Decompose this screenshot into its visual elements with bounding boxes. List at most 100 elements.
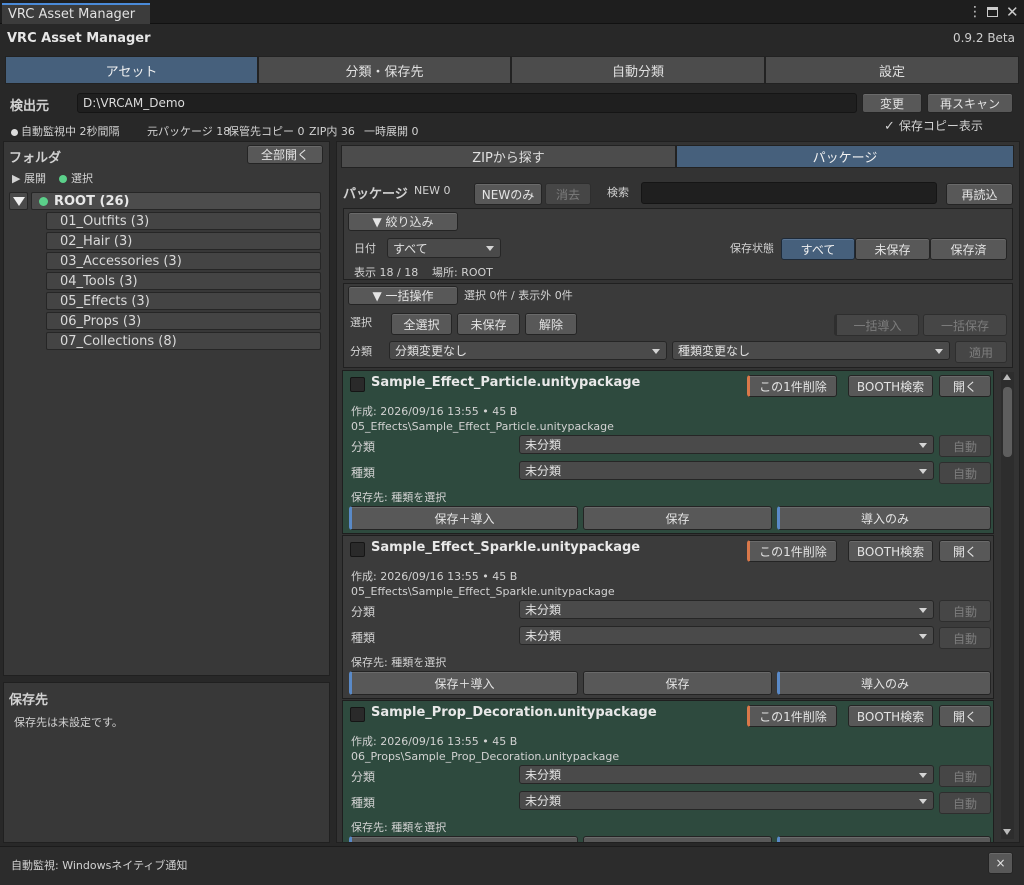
show-copy-label: 保存コピー表示 bbox=[898, 119, 983, 133]
reload-button[interactable]: 再読込 bbox=[946, 183, 1013, 205]
package-checkbox[interactable] bbox=[350, 542, 365, 557]
bulk-import-button[interactable]: 一括導入 bbox=[834, 314, 919, 336]
filter-toggle-button[interactable]: ▼ 絞り込み bbox=[348, 212, 458, 231]
tab-settings[interactable]: 設定 bbox=[765, 56, 1019, 84]
auto-category-button[interactable]: 自動 bbox=[939, 600, 991, 622]
delete-one-button[interactable]: この1件削除 bbox=[747, 375, 837, 397]
search-input[interactable] bbox=[641, 182, 937, 204]
save-import-button[interactable]: 保存＋導入 bbox=[349, 671, 578, 695]
delete-one-button[interactable]: この1件削除 bbox=[747, 705, 837, 727]
more-menu-icon[interactable]: ⋮ bbox=[968, 4, 982, 20]
folder-item[interactable]: 04_Tools (3) bbox=[46, 272, 321, 290]
save-button[interactable] bbox=[583, 836, 772, 842]
maximize-icon[interactable] bbox=[987, 7, 998, 17]
state-saved-button[interactable]: 保存済 bbox=[930, 238, 1007, 260]
change-button[interactable]: 変更 bbox=[862, 93, 922, 113]
legend-expand: ▶ 展開 bbox=[12, 172, 46, 185]
booth-search-button[interactable]: BOOTH検索 bbox=[848, 540, 933, 562]
folder-root[interactable]: ROOT (26) bbox=[31, 192, 321, 210]
chevron-down-icon bbox=[486, 246, 494, 251]
card-kind-dropdown[interactable]: 未分類 bbox=[519, 461, 934, 480]
package-path: 05_Effects\Sample_Effect_Particle.unityp… bbox=[351, 420, 614, 433]
app-title: VRC Asset Manager bbox=[7, 31, 151, 46]
clear-button[interactable]: 消去 bbox=[545, 183, 591, 205]
open-button[interactable]: 開く bbox=[939, 375, 991, 397]
save-destination-title: 保存先 bbox=[9, 693, 49, 708]
tab-packages[interactable]: パッケージ bbox=[676, 145, 1014, 168]
import-only-button[interactable]: 導入のみ bbox=[777, 506, 991, 530]
card-category-value: 未分類 bbox=[525, 768, 562, 782]
release-button[interactable]: 解除 bbox=[525, 313, 577, 335]
date-dropdown[interactable]: すべて bbox=[387, 238, 501, 258]
delete-one-button[interactable]: この1件削除 bbox=[747, 540, 837, 562]
auto-kind-button[interactable]: 自動 bbox=[939, 462, 991, 484]
scroll-up-icon[interactable] bbox=[1003, 374, 1011, 380]
scroll-thumb[interactable] bbox=[1003, 387, 1012, 457]
select-unsaved-button[interactable]: 未保存 bbox=[457, 313, 520, 335]
card-category-dropdown[interactable]: 未分類 bbox=[519, 600, 934, 619]
tab-zip-search[interactable]: ZIPから探す bbox=[341, 145, 676, 168]
booth-search-button[interactable]: BOOTH検索 bbox=[848, 375, 933, 397]
auto-kind-button[interactable]: 自動 bbox=[939, 627, 991, 649]
source-path-field[interactable]: D:\VRCAM_Demo bbox=[77, 93, 857, 113]
package-checkbox[interactable] bbox=[350, 707, 365, 722]
save-button[interactable]: 保存 bbox=[583, 671, 772, 695]
folder-item[interactable]: 01_Outfits (3) bbox=[46, 212, 321, 230]
folder-item[interactable]: 06_Props (3) bbox=[46, 312, 321, 330]
category-dropdown-value: 分類変更なし bbox=[395, 344, 468, 358]
folder-item-label: 02_Hair (3) bbox=[60, 233, 133, 249]
new-only-button[interactable]: NEWのみ bbox=[474, 183, 542, 205]
import-only-button[interactable]: 導入のみ bbox=[777, 671, 991, 695]
save-destination-panel bbox=[3, 682, 330, 843]
monitor-status-text: 自動監視中 2秒間隔 bbox=[21, 125, 120, 138]
scroll-down-icon[interactable] bbox=[1003, 829, 1011, 835]
auto-kind-button[interactable]: 自動 bbox=[939, 792, 991, 814]
open-button[interactable]: 開く bbox=[939, 540, 991, 562]
category-dropdown[interactable]: 分類変更なし bbox=[389, 341, 667, 360]
auto-category-button[interactable]: 自動 bbox=[939, 435, 991, 457]
folder-item[interactable]: 02_Hair (3) bbox=[46, 232, 321, 250]
bulk-save-button[interactable]: 一括保存 bbox=[923, 314, 1007, 336]
card-category-dropdown[interactable]: 未分類 bbox=[519, 435, 934, 454]
folder-item[interactable]: 05_Effects (3) bbox=[46, 292, 321, 310]
select-all-button[interactable]: 全選択 bbox=[391, 313, 452, 335]
state-all-button[interactable]: すべて bbox=[781, 238, 855, 260]
date-label: 日付 bbox=[354, 242, 376, 255]
folder-item-label: 05_Effects (3) bbox=[60, 293, 150, 309]
version-label: 0.9.2 Beta bbox=[952, 31, 1015, 45]
save-state-label: 保存状態 bbox=[730, 242, 774, 255]
package-checkbox[interactable] bbox=[350, 377, 365, 392]
booth-search-button[interactable]: BOOTH検索 bbox=[848, 705, 933, 727]
save-import-button[interactable]: 保存＋導入 bbox=[349, 506, 578, 530]
card-kind-dropdown[interactable]: 未分類 bbox=[519, 626, 934, 645]
apply-button[interactable]: 適用 bbox=[955, 341, 1007, 363]
folder-item-label: 01_Outfits (3) bbox=[60, 213, 150, 229]
open-button[interactable]: 開く bbox=[939, 705, 991, 727]
close-window-icon[interactable]: ✕ bbox=[1006, 3, 1019, 21]
tab-auto-category[interactable]: 自動分類 bbox=[511, 56, 765, 84]
folder-item[interactable]: 03_Accessories (3) bbox=[46, 252, 321, 270]
monitor-dot-icon bbox=[11, 128, 18, 136]
root-selected-dot-icon bbox=[39, 196, 48, 206]
root-toggle-button[interactable] bbox=[9, 192, 28, 210]
auto-category-button[interactable]: 自動 bbox=[939, 765, 991, 787]
state-unsaved-button[interactable]: 未保存 bbox=[855, 238, 930, 260]
folder-item-label: 07_Collections (8) bbox=[60, 333, 177, 349]
tab-assets[interactable]: アセット bbox=[5, 56, 258, 84]
save-import-button[interactable] bbox=[349, 836, 578, 842]
rescan-button[interactable]: 再スキャン bbox=[927, 93, 1013, 113]
footer-close-button[interactable]: × bbox=[988, 852, 1013, 874]
tab-category-destination[interactable]: 分類・保存先 bbox=[258, 56, 511, 84]
card-destination: 保存先: 種類を選択 bbox=[351, 491, 447, 504]
save-button[interactable]: 保存 bbox=[583, 506, 772, 530]
window-tab[interactable]: VRC Asset Manager bbox=[2, 3, 150, 24]
show-copy-checkbox[interactable]: ✓ 保存コピー表示 bbox=[884, 117, 983, 134]
expand-all-button[interactable]: 全部開く bbox=[247, 145, 323, 164]
card-category-dropdown[interactable]: 未分類 bbox=[519, 765, 934, 784]
folder-item[interactable]: 07_Collections (8) bbox=[46, 332, 321, 350]
import-only-button[interactable] bbox=[777, 836, 991, 842]
kind-dropdown[interactable]: 種類変更なし bbox=[672, 341, 950, 360]
bulk-toggle-button[interactable]: ▼ 一括操作 bbox=[348, 286, 458, 305]
legend-select-text: 選択 bbox=[71, 172, 93, 185]
card-kind-dropdown[interactable]: 未分類 bbox=[519, 791, 934, 810]
